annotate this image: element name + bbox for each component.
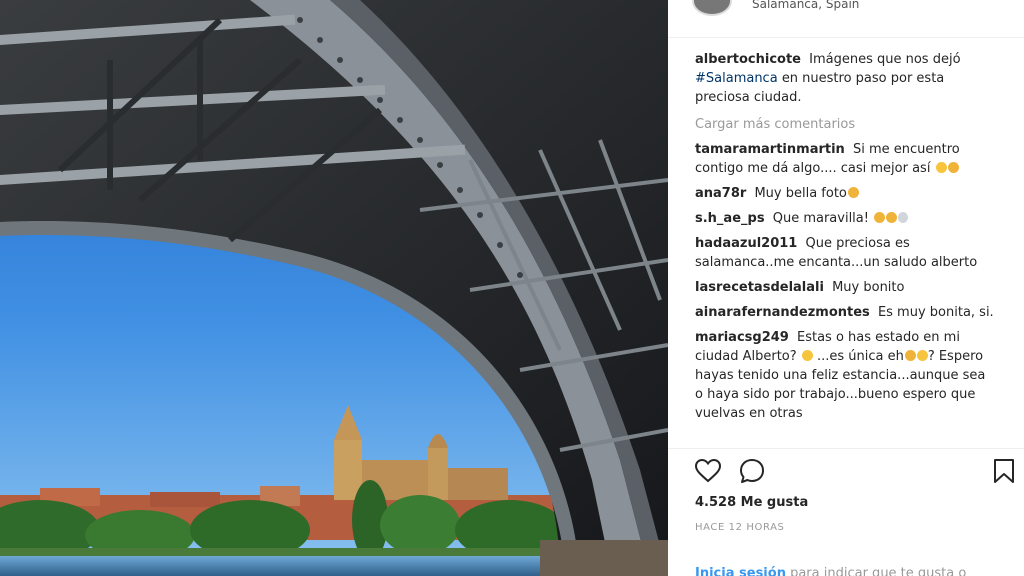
comment-username[interactable]: s.h_ae_ps	[695, 211, 765, 226]
comment-username[interactable]: lasrecetasdelalali	[695, 280, 824, 295]
comment-text: Muy bella foto	[754, 186, 847, 201]
hashtag-link[interactable]: #Salamanca	[695, 71, 778, 86]
bookmark-icon	[994, 459, 1014, 483]
smile-emoji-icon	[935, 162, 947, 173]
likes-count[interactable]: 4.528 Me gusta	[695, 495, 808, 510]
post-actions: 4.528 Me gusta HACE 12 HORAS	[668, 448, 1024, 548]
caption-username[interactable]: albertochicote	[695, 52, 801, 67]
list-item: hadaazul2011 Que preciosa es salamanca..…	[695, 234, 995, 272]
comments-list[interactable]: albertochicote Imágenes que nos dejó #Sa…	[695, 50, 995, 444]
smile-emoji-icon	[916, 350, 928, 361]
list-item: lasrecetasdelalali Muy bonito	[695, 278, 995, 297]
list-item: s.h_ae_ps Que maravilla!	[695, 209, 995, 228]
comment-icon	[740, 459, 764, 483]
comment-username[interactable]: tamaramartinmartin	[695, 142, 845, 157]
heart-eyes-emoji-icon	[947, 162, 959, 173]
post-side-panel: Salamanca, Spain albertochicote Imágenes…	[668, 0, 1024, 576]
login-link[interactable]: Inicia sesión	[695, 566, 786, 576]
comment-button[interactable]	[738, 457, 766, 485]
load-more-comments-button[interactable]: Cargar más comentarios	[695, 115, 995, 134]
login-prompt: Inicia sesión para indicar que te gusta …	[695, 566, 966, 576]
heart-eyes-emoji-icon	[847, 187, 859, 198]
caption: albertochicote Imágenes que nos dejó #Sa…	[695, 50, 995, 107]
post-timestamp: HACE 12 HORAS	[695, 522, 785, 533]
list-item: mariacsg249 Estas o has estado en mi ciu…	[695, 328, 995, 423]
heart-eyes-emoji-icon	[874, 212, 886, 223]
heart-eyes-emoji-icon	[904, 350, 916, 361]
heart-icon	[694, 458, 722, 483]
caption-text: Imágenes que nos dejó	[809, 52, 961, 67]
comment-username[interactable]: ainarafernandezmontes	[695, 305, 870, 320]
comment-text: Muy bonito	[832, 280, 905, 295]
wave-emoji-icon	[898, 212, 909, 223]
post-header: Salamanca, Spain	[668, 0, 1024, 38]
list-item: ainarafernandezmontes Es muy bonita, si.	[695, 303, 995, 322]
bridge-photo-image	[0, 0, 668, 576]
list-item: ana78r Muy bella foto	[695, 184, 995, 203]
comment-username[interactable]: mariacsg249	[695, 330, 789, 345]
heart-eyes-emoji-icon	[886, 212, 898, 223]
location-link[interactable]: Salamanca, Spain	[752, 0, 859, 11]
like-button[interactable]	[694, 457, 722, 485]
comment-username[interactable]: ana78r	[695, 186, 746, 201]
list-item: tamaramartinmartin Si me encuentro conti…	[695, 140, 995, 178]
save-button[interactable]	[990, 457, 1018, 485]
comment-text: ...es única eh	[816, 349, 904, 364]
post-photo[interactable]	[0, 0, 668, 576]
smile-emoji-icon	[801, 350, 813, 361]
comment-text: Que maravilla!	[772, 211, 869, 226]
avatar[interactable]	[692, 0, 732, 16]
comment-text: Es muy bonita, si.	[877, 305, 994, 320]
login-prompt-text: para indicar que te gusta o	[790, 566, 967, 576]
comment-username[interactable]: hadaazul2011	[695, 236, 797, 251]
